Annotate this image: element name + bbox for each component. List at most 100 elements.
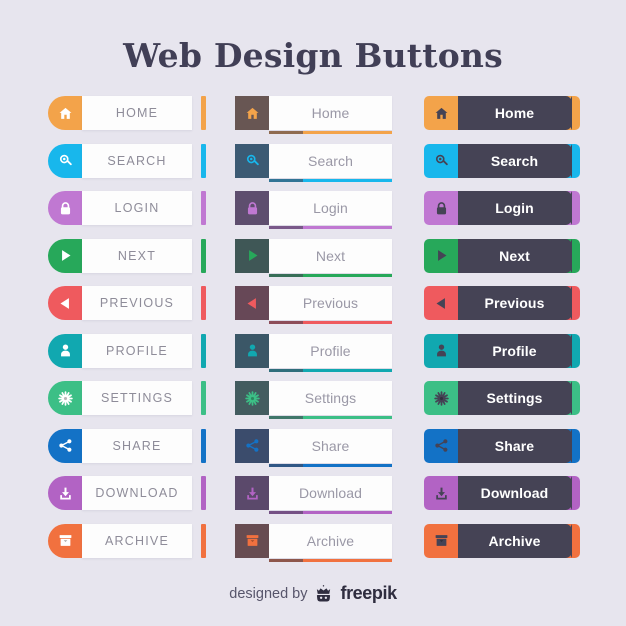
button-body: Settings [458, 381, 572, 415]
button-login-tile[interactable]: Login [235, 191, 392, 229]
column-light-pill: HOME SEARCH LOGIN NEXT PREVIOUS PROFILE SETTIN… [48, 96, 206, 571]
download-icon [424, 476, 458, 510]
button-body: Share [269, 428, 392, 467]
button-previous-ribbon[interactable]: Previous [424, 286, 580, 320]
button-next-pill[interactable]: NEXT [48, 238, 206, 273]
button-home-pill[interactable]: HOME [48, 96, 206, 130]
home-icon [48, 96, 82, 130]
button-next-tile[interactable]: Next [235, 238, 392, 277]
button-label: Search [490, 152, 539, 169]
accent-bar [201, 143, 206, 178]
button-profile-pill[interactable]: PROFILE [48, 333, 206, 368]
home-icon [235, 96, 269, 130]
accent-underline [269, 226, 392, 229]
button-home-ribbon[interactable]: Home [424, 96, 580, 130]
button-body: DOWNLOAD [82, 476, 192, 510]
button-archive-ribbon[interactable]: Archive [424, 523, 580, 558]
button-next-ribbon[interactable]: Next [424, 238, 580, 273]
button-body: Download [458, 476, 572, 510]
accent-bar [201, 191, 206, 225]
footer-designed-by: designed by [229, 585, 308, 602]
footer-credit: designed by freepik [0, 583, 626, 604]
button-label: LOGIN [114, 201, 160, 215]
button-body: PROFILE [82, 333, 192, 368]
button-label: HOME [115, 106, 159, 120]
button-body: LOGIN [82, 191, 192, 225]
footer-brand-name: freepik [340, 583, 397, 603]
search-icon [235, 143, 269, 178]
download-icon [235, 476, 269, 510]
button-profile-ribbon[interactable]: Profile [424, 333, 580, 368]
button-body: HOME [82, 96, 192, 130]
accent-underline [269, 178, 392, 182]
button-profile-tile[interactable]: Profile [235, 333, 392, 372]
accent-bar [201, 428, 206, 463]
search-icon [424, 143, 458, 178]
button-home-tile[interactable]: Home [235, 96, 392, 134]
button-label: Home [494, 105, 535, 121]
person-icon [424, 333, 458, 368]
button-body: Share [458, 428, 572, 463]
button-archive-pill[interactable]: ARCHIVE [48, 523, 206, 558]
button-body: Next [458, 238, 572, 273]
button-body: Next [269, 238, 392, 277]
button-share-tile[interactable]: Share [235, 428, 392, 467]
button-body: Archive [458, 523, 572, 558]
button-download-tile[interactable]: Download [235, 476, 392, 514]
column-dark-tile: Home Search Login Next Previous Profile Settin… [235, 96, 392, 571]
accent-underline [269, 416, 392, 419]
button-label: Previous [302, 295, 359, 311]
search-icon [48, 143, 82, 178]
button-login-pill[interactable]: LOGIN [48, 191, 206, 225]
button-body: Search [458, 143, 572, 178]
accent-underline [269, 273, 392, 277]
button-previous-tile[interactable]: Previous [235, 286, 392, 324]
button-label: Archive [488, 532, 541, 549]
accent-underline [269, 558, 392, 562]
back-icon [424, 286, 458, 320]
button-share-pill[interactable]: SHARE [48, 428, 206, 463]
button-label: NEXT [117, 248, 157, 263]
button-previous-pill[interactable]: PREVIOUS [48, 286, 206, 320]
button-label: Previous [484, 295, 545, 311]
button-settings-pill[interactable]: SETTINGS [48, 381, 206, 415]
play-icon [424, 238, 458, 273]
button-body: Home [269, 96, 392, 134]
button-search-pill[interactable]: SEARCH [48, 143, 206, 178]
freepik-logo-icon [314, 584, 333, 603]
accent-bar [201, 238, 206, 273]
button-label: Login [313, 200, 348, 216]
play-icon [235, 238, 269, 273]
button-body: Archive [269, 523, 392, 562]
button-search-tile[interactable]: Search [235, 143, 392, 182]
button-label: PROFILE [106, 343, 168, 358]
button-body: SETTINGS [82, 381, 192, 415]
button-login-ribbon[interactable]: Login [424, 191, 580, 225]
button-body: PREVIOUS [82, 286, 192, 320]
button-label: SHARE [112, 438, 162, 453]
button-body: Settings [269, 381, 392, 419]
gear-icon [235, 381, 269, 415]
share-icon [235, 428, 269, 463]
share-icon [424, 428, 458, 463]
accent-bar [201, 333, 206, 368]
accent-underline [269, 321, 392, 324]
button-settings-tile[interactable]: Settings [235, 381, 392, 419]
button-search-ribbon[interactable]: Search [424, 143, 580, 178]
lock-icon [235, 191, 269, 225]
archive-icon [424, 523, 458, 558]
button-archive-tile[interactable]: Archive [235, 523, 392, 562]
button-share-ribbon[interactable]: Share [424, 428, 580, 463]
button-download-ribbon[interactable]: Download [424, 476, 580, 510]
accent-bar [201, 476, 206, 510]
button-label: Login [495, 200, 534, 216]
button-download-pill[interactable]: DOWNLOAD [48, 476, 206, 510]
accent-underline [269, 511, 392, 514]
gear-icon [424, 381, 458, 415]
button-label: Next [315, 247, 346, 264]
button-body: NEXT [82, 238, 192, 273]
button-body: Login [458, 191, 572, 225]
page-title: Web Design Buttons [123, 36, 503, 75]
button-settings-ribbon[interactable]: Settings [424, 381, 580, 415]
accent-bar [201, 96, 206, 130]
